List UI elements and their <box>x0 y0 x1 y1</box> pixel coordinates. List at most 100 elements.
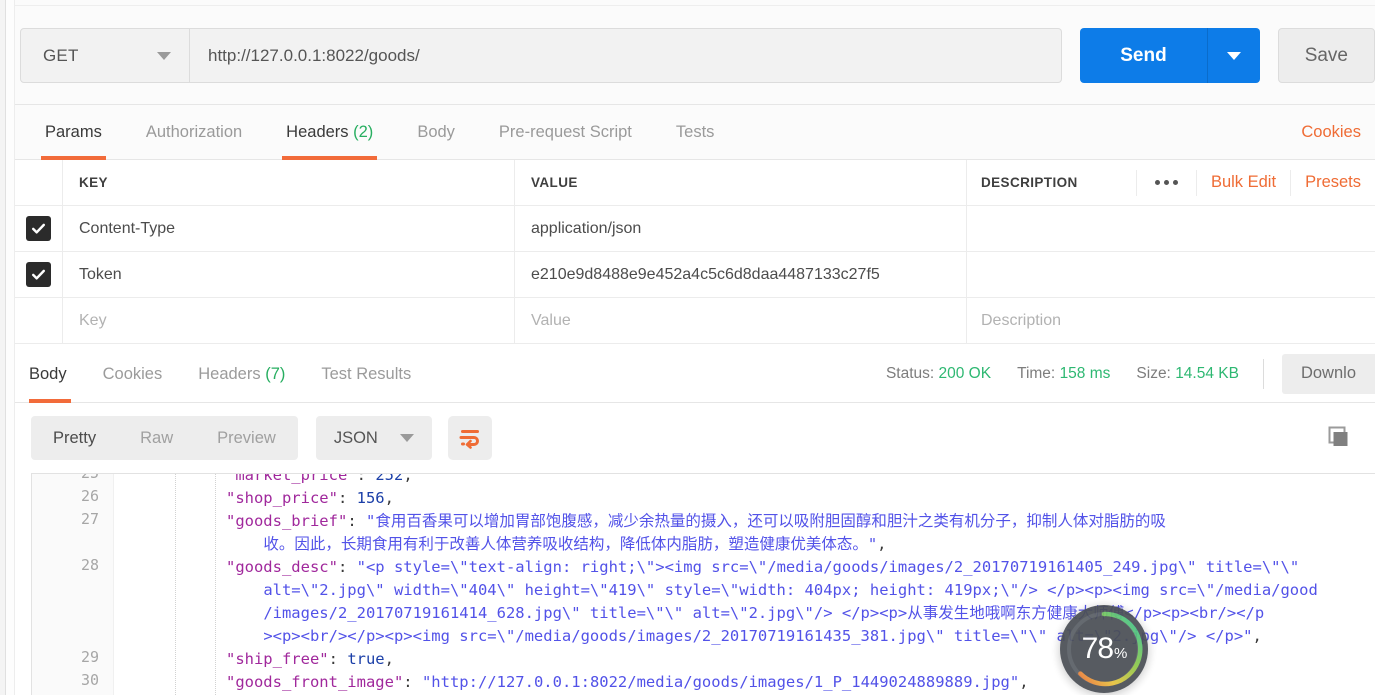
cookies-link[interactable]: Cookies <box>1301 123 1375 142</box>
view-pretty-button[interactable]: Pretty <box>31 416 118 460</box>
code-line: "shop_price": 156, <box>114 487 1375 510</box>
code-token: alt=\"2.jpg\" width=\"404\" height=\"419… <box>263 581 1318 599</box>
checkbox-checked-icon[interactable] <box>26 262 51 287</box>
code-line: ><p><br/></p><p><img src=\"/media/goods/… <box>114 625 1375 648</box>
code-line: 收。因此，长期食用有利于改善人体营养吸收结构，降低体内脂肪，塑造健康优美体态。"… <box>114 533 1375 556</box>
code-token: "goods_brief" <box>225 512 348 530</box>
header-cell-key: KEY <box>63 160 515 205</box>
progress-ring-overlay: 78% <box>1060 605 1148 693</box>
table-row-new: Key Value Description <box>15 298 1375 344</box>
url-input[interactable]: http://127.0.0.1:8022/goods/ <box>190 28 1063 83</box>
request-top-divider <box>15 0 1375 6</box>
word-wrap-icon[interactable] <box>447 416 492 460</box>
bulk-edit-link[interactable]: Bulk Edit <box>1195 169 1290 196</box>
tab-headers[interactable]: Headers (2) <box>264 105 395 160</box>
request-tab-bar: Params Authorization Headers (2) Body Pr… <box>15 105 1375 160</box>
code-token: "market_price" <box>225 473 357 484</box>
row-value-cell[interactable]: application/json <box>515 206 967 251</box>
header-cell-checkbox <box>15 160 63 205</box>
new-key-placeholder: Key <box>79 311 107 329</box>
row-checkbox-cell <box>15 298 63 343</box>
response-code-viewer[interactable]: 25 26 27 28 29 30 "market_price": 252, "shop_… <box>31 473 1375 695</box>
http-method-select[interactable]: GET <box>20 28 190 83</box>
send-button[interactable]: Send <box>1080 28 1208 83</box>
save-button[interactable]: Save <box>1277 28 1375 83</box>
response-tab-body[interactable]: Body <box>15 345 85 403</box>
request-builder: GET http://127.0.0.1:8022/goods/ Send Sa… <box>15 0 1375 105</box>
headers-table: KEY VALUE DESCRIPTION Bulk Edit Presets <box>15 160 1375 345</box>
progress-value: 78% <box>1082 632 1128 666</box>
tab-authorization[interactable]: Authorization <box>124 105 264 160</box>
code-line: "goods_front_image": "http://127.0.0.1:8… <box>114 671 1375 694</box>
code-line: "ship_free": true, <box>114 648 1375 671</box>
size-value: 14.54 KB <box>1175 364 1239 382</box>
format-select[interactable]: JSON <box>315 416 432 460</box>
line-number: 26 <box>80 487 99 505</box>
row-key-cell[interactable]: Token <box>63 252 515 297</box>
view-raw-button[interactable]: Raw <box>118 416 195 460</box>
column-title-description: DESCRIPTION <box>981 175 1078 190</box>
row-description-cell[interactable] <box>967 252 1375 297</box>
column-title-value: VALUE <box>531 175 578 190</box>
format-select-label: JSON <box>333 428 378 447</box>
url-row: GET http://127.0.0.1:8022/goods/ Send Sa… <box>20 28 1375 83</box>
size-label: Size: <box>1136 364 1171 382</box>
code-token: true <box>347 650 385 668</box>
tab-tests-label: Tests <box>675 122 715 141</box>
table-header-row: KEY VALUE DESCRIPTION Bulk Edit Presets <box>15 160 1375 206</box>
status-badge: Status: 200 OK <box>886 365 991 383</box>
code-token: "食用百香果可以增加胃部饱腹感，减少余热量的摄入，还可以吸附胆固醇和胆汁之类有机… <box>365 512 1166 530</box>
code-token: , <box>877 535 887 553</box>
response-tab-test-results[interactable]: Test Results <box>303 345 429 403</box>
code-token: "http://127.0.0.1:8022/media/goods/image… <box>421 673 1020 691</box>
line-number: 27 <box>80 510 99 528</box>
line-number: 30 <box>80 671 99 689</box>
tab-body[interactable]: Body <box>395 105 477 160</box>
response-meta: Status: 200 OK Time: 158 ms Size: 14.54 … <box>860 345 1375 403</box>
more-options-icon[interactable] <box>1135 169 1196 196</box>
response-tab-headers-label: Headers <box>198 364 261 383</box>
code-line: "goods_brief": "食用百香果可以增加胃部饱腹感，减少余热量的摄入，… <box>114 510 1375 533</box>
tab-pre-request-script-label: Pre-request Script <box>498 122 632 141</box>
status-value: 200 OK <box>938 364 992 382</box>
tab-headers-label: Headers <box>286 122 349 141</box>
row-key-cell[interactable]: Content-Type <box>63 206 515 251</box>
send-options-button[interactable] <box>1207 28 1260 83</box>
response-tab-headers[interactable]: Headers (7) <box>180 345 303 403</box>
code-token: , <box>1252 627 1262 645</box>
tab-body-label: Body <box>417 122 455 141</box>
new-value-input[interactable]: Value <box>515 298 967 343</box>
code-token: "goods_desc" <box>225 558 338 576</box>
new-key-input[interactable]: Key <box>63 298 515 343</box>
tab-pre-request-script[interactable]: Pre-request Script <box>477 105 654 160</box>
tab-tests[interactable]: Tests <box>654 105 737 160</box>
table-row: Token e210e9d8488e9e452a4c5c6d8daa448713… <box>15 252 1375 298</box>
response-tab-cookies[interactable]: Cookies <box>85 345 181 403</box>
response-tab-cookies-label: Cookies <box>102 364 163 383</box>
tab-params[interactable]: Params <box>23 105 124 160</box>
checkbox-checked-icon[interactable] <box>26 216 51 241</box>
presets-link[interactable]: Presets <box>1290 169 1375 196</box>
view-preview-button[interactable]: Preview <box>195 416 298 460</box>
code-token: , <box>384 650 394 668</box>
download-button[interactable]: Downlo <box>1281 353 1375 394</box>
code-token: 156 <box>356 489 385 507</box>
divider <box>1262 358 1264 389</box>
line-number: 28 <box>80 556 99 574</box>
new-description-input[interactable]: Description <box>967 298 1375 343</box>
chevron-down-icon <box>1226 51 1241 60</box>
code-line: /images/2_20170719161414_628.jpg\" title… <box>114 602 1375 625</box>
row-value-cell[interactable]: e210e9d8488e9e452a4c5c6d8daa4487133c27f5 <box>515 252 967 297</box>
copy-icon[interactable] <box>1325 425 1351 451</box>
headers-table-tools: Bulk Edit Presets <box>1135 160 1375 205</box>
http-method-label: GET <box>43 45 79 65</box>
code-token: : <box>356 473 376 484</box>
line-number: 29 <box>80 648 99 666</box>
time-value: 158 ms <box>1059 364 1111 382</box>
row-description-cell[interactable] <box>967 206 1375 251</box>
